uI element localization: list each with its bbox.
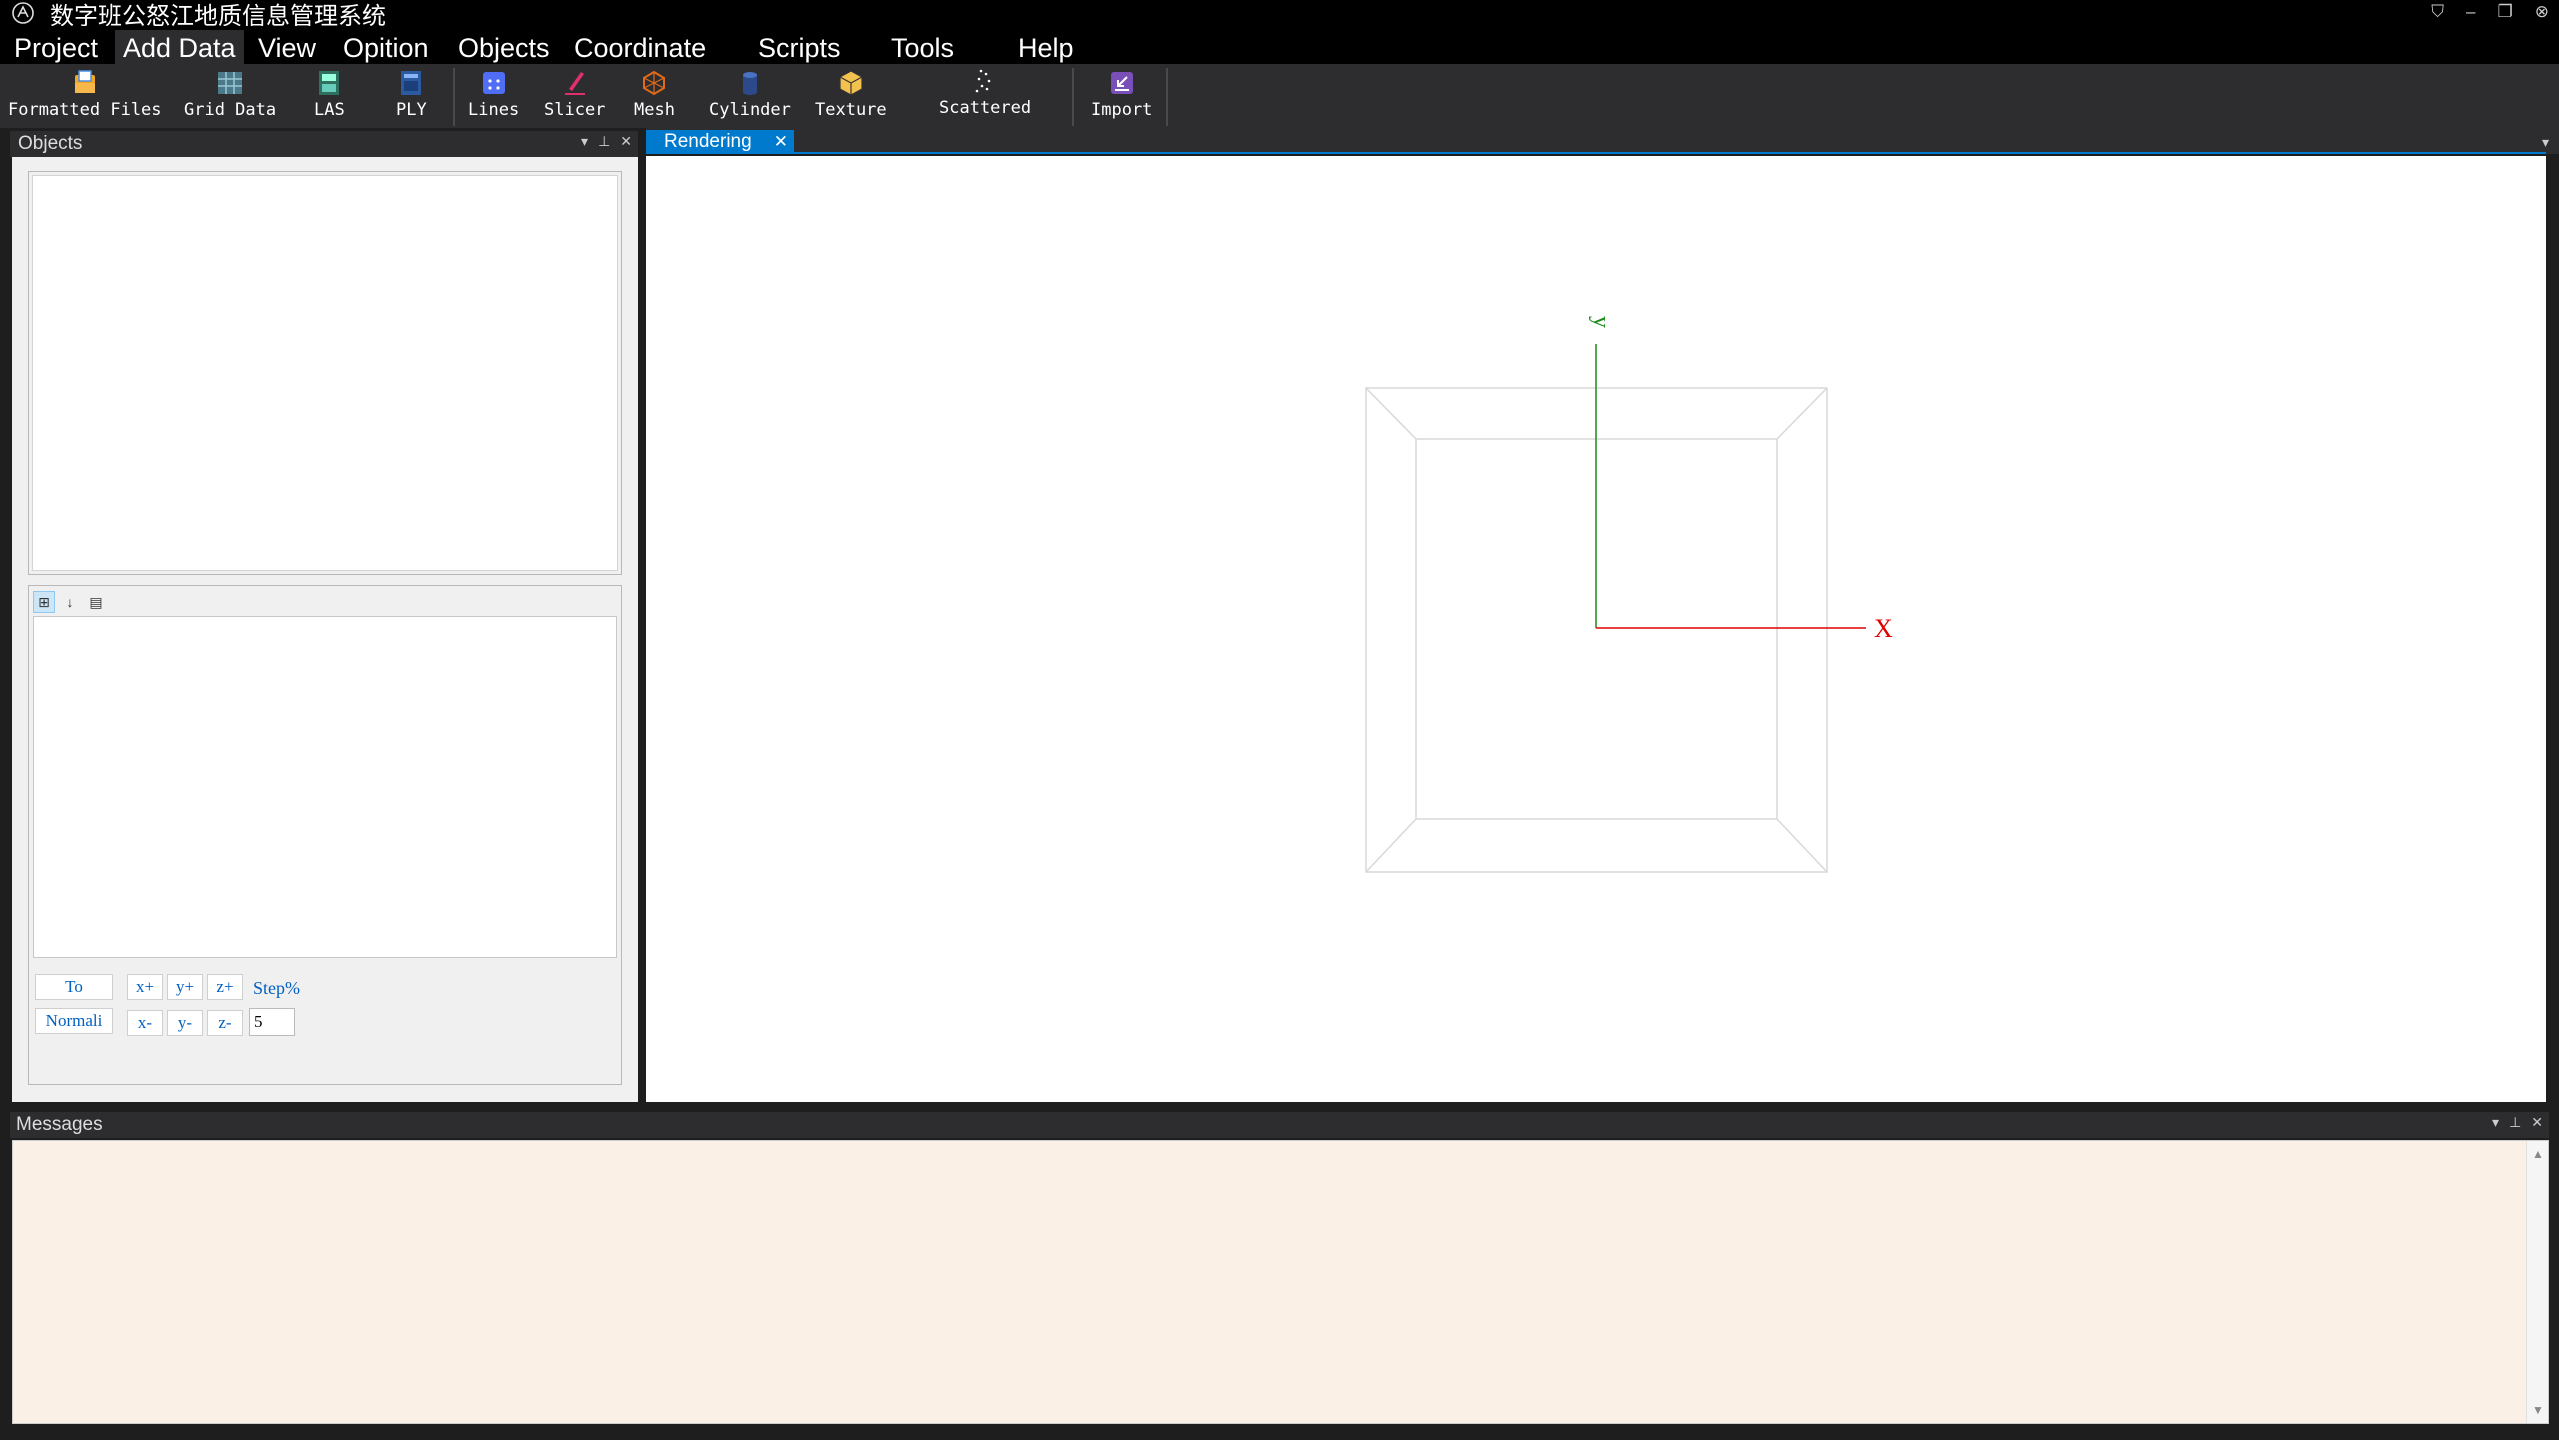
grid-data-icon xyxy=(215,68,245,98)
box-edge xyxy=(1776,387,1828,440)
objects-panel: ⊞ ↓ ▤ To x+ y+ z+ Step% Normali x- y- z-… xyxy=(12,157,638,1102)
messages-scrollbar[interactable]: ▲ ▼ xyxy=(2526,1141,2548,1423)
menu-bar: Project Add Data View Opition Objects Co… xyxy=(0,26,2559,64)
to-button[interactable]: To xyxy=(35,974,113,1000)
panel-dropdown-icon[interactable]: ▾ xyxy=(581,133,588,150)
objects-panel-header: Objects ▾ ⊥ ✕ xyxy=(10,131,638,157)
cylinder-icon xyxy=(735,68,765,98)
texture-button[interactable]: Texture xyxy=(815,68,887,120)
rendering-viewport[interactable]: y X xyxy=(646,156,2546,1102)
scene-canvas: y X xyxy=(1365,316,1893,873)
menu-option[interactable]: Opition xyxy=(335,30,437,64)
property-toolbar: ⊞ ↓ ▤ xyxy=(33,590,107,614)
close-icon[interactable]: ⊗ xyxy=(2535,2,2549,22)
ribbon-toolbar: Formatted Files Grid Data LAS PLY Lines … xyxy=(0,64,2559,128)
mesh-icon xyxy=(639,68,669,98)
import-button[interactable]: Import xyxy=(1091,68,1152,120)
toolbar-separator xyxy=(1166,68,1168,126)
y-minus-button[interactable]: y- xyxy=(167,1010,203,1036)
objects-panel-title: Objects xyxy=(18,133,83,154)
box-edge xyxy=(1365,387,1417,440)
panel-close-icon[interactable]: ✕ xyxy=(620,133,632,150)
slicer-icon xyxy=(560,68,590,98)
toolbar-separator xyxy=(1072,68,1074,126)
menu-coordinate[interactable]: Coordinate xyxy=(566,30,714,64)
property-grid[interactable] xyxy=(33,616,617,958)
pin-icon[interactable]: ⊥ xyxy=(598,133,610,150)
grid-data-button[interactable]: Grid Data xyxy=(184,68,276,120)
pin-icon[interactable]: ⊥ xyxy=(2509,1114,2521,1131)
scroll-up-icon[interactable]: ▲ xyxy=(2532,1147,2544,1161)
messages-log[interactable]: ▲ ▼ xyxy=(12,1140,2549,1424)
x-axis-label: X xyxy=(1874,614,1893,643)
panel-dropdown-icon[interactable]: ▾ xyxy=(2492,1114,2499,1131)
toolbar-separator xyxy=(453,68,455,126)
y-plus-button[interactable]: y+ xyxy=(167,974,203,1000)
z-minus-button[interactable]: z- xyxy=(207,1010,243,1036)
normal-button[interactable]: Normali xyxy=(35,1008,113,1034)
step-input[interactable]: 5 xyxy=(249,1008,295,1036)
menu-objects[interactable]: Objects xyxy=(450,30,558,64)
menu-add-data[interactable]: Add Data xyxy=(115,30,244,64)
property-pages-icon[interactable]: ▤ xyxy=(85,591,107,613)
document-tab-strip: Rendering ✕ ▾ xyxy=(646,128,2559,154)
menu-tools[interactable]: Tools xyxy=(883,30,962,64)
ply-button[interactable]: PLY xyxy=(396,68,427,120)
formatted-files-icon xyxy=(70,68,100,98)
restore-icon[interactable]: ❐ xyxy=(2498,2,2513,22)
tab-rendering-label: Rendering xyxy=(664,131,752,152)
property-panel: ⊞ ↓ ▤ To x+ y+ z+ Step% Normali x- y- z-… xyxy=(28,585,622,1085)
ply-icon xyxy=(396,68,426,98)
categorized-icon[interactable]: ⊞ xyxy=(33,591,55,613)
mesh-button[interactable]: Mesh xyxy=(634,68,675,120)
lines-button[interactable]: Lines xyxy=(468,68,519,120)
menu-help[interactable]: Help xyxy=(1010,30,1082,64)
texture-icon xyxy=(836,68,866,98)
object-tree[interactable] xyxy=(32,175,618,571)
x-plus-button[interactable]: x+ xyxy=(127,974,163,1000)
lines-icon xyxy=(479,68,509,98)
y-axis-label: y xyxy=(1588,316,1614,328)
box-edge xyxy=(1776,818,1828,873)
slicer-button[interactable]: Slicer xyxy=(544,68,605,120)
scattered-icon xyxy=(970,66,1000,96)
shirt-icon[interactable]: ⛉ xyxy=(2431,2,2444,22)
minimize-icon[interactable]: – xyxy=(2466,2,2475,22)
import-icon xyxy=(1107,68,1137,98)
las-icon xyxy=(314,68,344,98)
formatted-files-button[interactable]: Formatted Files xyxy=(8,68,162,120)
tab-rendering[interactable]: Rendering ✕ xyxy=(646,130,794,154)
object-tree-frame xyxy=(28,171,622,575)
sort-alpha-icon[interactable]: ↓ xyxy=(59,591,81,613)
scroll-down-icon[interactable]: ▼ xyxy=(2532,1403,2544,1417)
messages-panel-header: Messages ▾ ⊥ ✕ xyxy=(10,1112,2549,1138)
las-button[interactable]: LAS xyxy=(314,68,345,120)
tab-underline xyxy=(646,152,2546,154)
step-label: Step% xyxy=(253,978,300,998)
z-plus-button[interactable]: z+ xyxy=(207,974,243,1000)
x-minus-button[interactable]: x- xyxy=(127,1010,163,1036)
box-edge xyxy=(1365,818,1417,873)
app-logo-icon xyxy=(10,0,36,26)
panel-close-icon[interactable]: ✕ xyxy=(2531,1114,2543,1131)
menu-scripts[interactable]: Scripts xyxy=(750,30,849,64)
menu-view[interactable]: View xyxy=(250,30,324,64)
cylinder-button[interactable]: Cylinder xyxy=(709,68,791,120)
messages-panel-title: Messages xyxy=(16,1114,103,1135)
scattered-button[interactable]: Scattered xyxy=(939,66,1031,118)
menu-project[interactable]: Project xyxy=(6,30,106,64)
tab-list-dropdown-icon[interactable]: ▾ xyxy=(2542,134,2549,151)
tab-close-icon[interactable]: ✕ xyxy=(774,132,788,152)
title-bar: 数字班公怒江地质信息管理系统 ⛉ – ❐ ⊗ xyxy=(0,0,2559,30)
